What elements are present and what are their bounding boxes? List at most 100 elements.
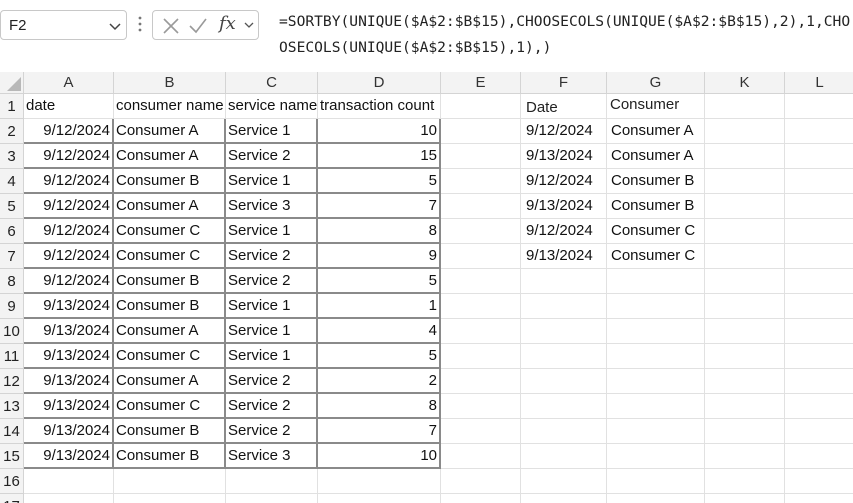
chevron-down-icon[interactable] bbox=[108, 19, 122, 33]
row-header-8[interactable]: 8 bbox=[0, 269, 24, 294]
output-header-cell[interactable]: Date bbox=[521, 94, 607, 119]
row-header-15[interactable]: 15 bbox=[0, 444, 24, 469]
cell[interactable] bbox=[226, 469, 318, 494]
table-cell[interactable]: 15 bbox=[318, 144, 441, 169]
table-cell[interactable]: 9/13/2024 bbox=[24, 369, 114, 394]
cell[interactable] bbox=[521, 369, 607, 394]
table-cell[interactable]: Consumer C bbox=[114, 219, 226, 244]
cell[interactable] bbox=[24, 469, 114, 494]
table-cell[interactable]: 9/13/2024 bbox=[24, 394, 114, 419]
cell[interactable] bbox=[785, 119, 853, 144]
cell[interactable] bbox=[607, 319, 705, 344]
cell[interactable] bbox=[705, 344, 785, 369]
table-cell[interactable]: 8 bbox=[318, 394, 441, 419]
cell[interactable] bbox=[318, 469, 441, 494]
cell[interactable] bbox=[705, 94, 785, 119]
output-cell[interactable]: 9/13/2024 bbox=[521, 144, 607, 169]
column-header-a[interactable]: A bbox=[24, 72, 114, 94]
cell[interactable] bbox=[607, 344, 705, 369]
cell[interactable] bbox=[441, 344, 521, 369]
table-cell[interactable]: Service 2 bbox=[226, 244, 318, 269]
cell[interactable] bbox=[318, 494, 441, 503]
cell[interactable] bbox=[785, 344, 853, 369]
table-cell[interactable]: 9/12/2024 bbox=[24, 269, 114, 294]
cell[interactable] bbox=[607, 269, 705, 294]
output-cell[interactable]: Consumer B bbox=[607, 169, 705, 194]
column-header-b[interactable]: B bbox=[114, 72, 226, 94]
cancel-icon[interactable] bbox=[162, 17, 180, 35]
check-icon[interactable] bbox=[188, 17, 208, 35]
table-cell[interactable]: 7 bbox=[318, 194, 441, 219]
table-cell[interactable]: Service 1 bbox=[226, 294, 318, 319]
table-cell[interactable]: Service 2 bbox=[226, 144, 318, 169]
cell[interactable] bbox=[705, 169, 785, 194]
table-cell[interactable]: Consumer B bbox=[114, 419, 226, 444]
cell[interactable] bbox=[785, 369, 853, 394]
cell[interactable] bbox=[705, 119, 785, 144]
cell[interactable] bbox=[441, 169, 521, 194]
table-cell[interactable]: 9 bbox=[318, 244, 441, 269]
cell[interactable] bbox=[785, 144, 853, 169]
output-cell[interactable]: 9/13/2024 bbox=[521, 194, 607, 219]
cell[interactable] bbox=[441, 119, 521, 144]
cell[interactable] bbox=[441, 269, 521, 294]
row-header-3[interactable]: 3 bbox=[0, 144, 24, 169]
cell[interactable] bbox=[705, 269, 785, 294]
cell[interactable] bbox=[441, 194, 521, 219]
table-cell[interactable]: 8 bbox=[318, 219, 441, 244]
table-header-cell[interactable]: date bbox=[24, 94, 114, 119]
output-cell[interactable]: Consumer B bbox=[607, 194, 705, 219]
table-cell[interactable]: Consumer B bbox=[114, 169, 226, 194]
cell[interactable] bbox=[705, 294, 785, 319]
row-header-10[interactable]: 10 bbox=[0, 319, 24, 344]
table-cell[interactable]: 9/13/2024 bbox=[24, 419, 114, 444]
cell[interactable] bbox=[521, 319, 607, 344]
table-cell[interactable]: Consumer B bbox=[114, 269, 226, 294]
table-cell[interactable]: Consumer A bbox=[114, 119, 226, 144]
cell[interactable] bbox=[521, 344, 607, 369]
column-header-k[interactable]: K bbox=[705, 72, 785, 94]
chevron-down-icon[interactable] bbox=[243, 19, 255, 31]
cell[interactable] bbox=[785, 319, 853, 344]
cell[interactable] bbox=[441, 394, 521, 419]
table-cell[interactable]: 9/13/2024 bbox=[24, 319, 114, 344]
cell[interactable] bbox=[441, 469, 521, 494]
cell[interactable] bbox=[441, 419, 521, 444]
table-cell[interactable]: Consumer C bbox=[114, 394, 226, 419]
table-cell[interactable]: Service 1 bbox=[226, 219, 318, 244]
cell[interactable] bbox=[705, 469, 785, 494]
cell[interactable] bbox=[705, 219, 785, 244]
table-cell[interactable]: 9/12/2024 bbox=[24, 194, 114, 219]
cell[interactable] bbox=[705, 319, 785, 344]
table-cell[interactable]: Service 3 bbox=[226, 444, 318, 469]
row-header-12[interactable]: 12 bbox=[0, 369, 24, 394]
cell[interactable] bbox=[607, 394, 705, 419]
cell[interactable] bbox=[785, 494, 853, 503]
cell[interactable] bbox=[607, 494, 705, 503]
row-header-11[interactable]: 11 bbox=[0, 344, 24, 369]
cell[interactable] bbox=[24, 494, 114, 503]
table-cell[interactable]: Service 1 bbox=[226, 119, 318, 144]
table-cell[interactable]: Service 2 bbox=[226, 269, 318, 294]
cell[interactable] bbox=[785, 169, 853, 194]
cell[interactable] bbox=[521, 419, 607, 444]
table-cell[interactable]: 1 bbox=[318, 294, 441, 319]
cell[interactable] bbox=[607, 369, 705, 394]
table-cell[interactable]: 4 bbox=[318, 319, 441, 344]
column-header-d[interactable]: D bbox=[318, 72, 441, 94]
output-cell[interactable]: 9/12/2024 bbox=[521, 119, 607, 144]
table-cell[interactable]: Consumer C bbox=[114, 344, 226, 369]
cell[interactable] bbox=[441, 319, 521, 344]
row-header-1[interactable]: 1 bbox=[0, 94, 24, 119]
cell[interactable] bbox=[607, 444, 705, 469]
cell[interactable] bbox=[705, 369, 785, 394]
table-cell[interactable]: 2 bbox=[318, 369, 441, 394]
table-cell[interactable]: 9/12/2024 bbox=[24, 119, 114, 144]
cell[interactable] bbox=[785, 219, 853, 244]
cell[interactable] bbox=[441, 144, 521, 169]
cell[interactable] bbox=[705, 494, 785, 503]
more-options-icon[interactable] bbox=[137, 15, 143, 33]
table-cell[interactable]: 9/13/2024 bbox=[24, 294, 114, 319]
cell[interactable] bbox=[785, 444, 853, 469]
column-header-l[interactable]: L bbox=[785, 72, 853, 94]
